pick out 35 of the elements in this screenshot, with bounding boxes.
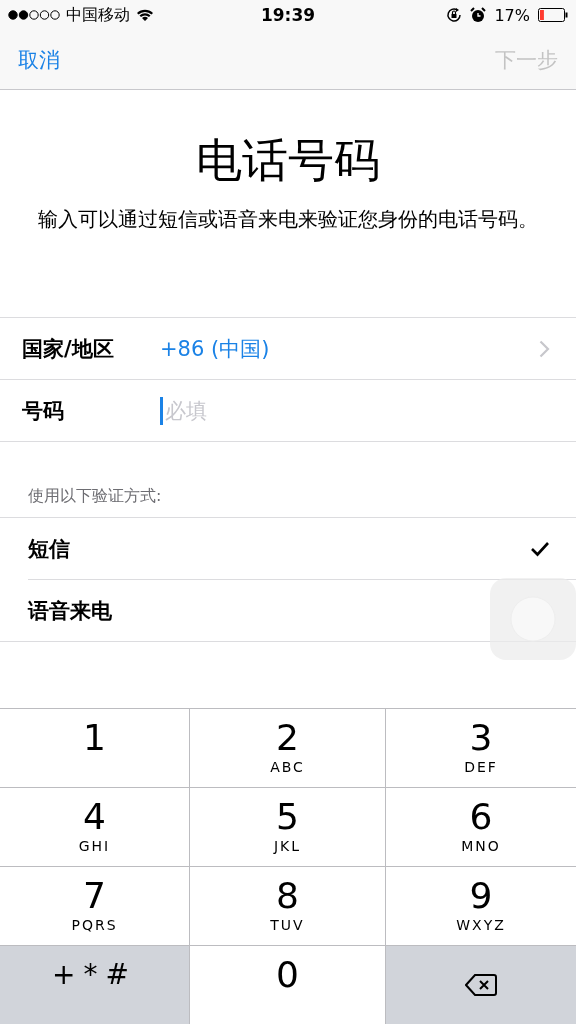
delete-key[interactable] <box>386 946 576 1024</box>
keypad-key[interactable]: 3 DEF <box>386 709 576 787</box>
rotation-lock-icon <box>446 7 463 23</box>
keypad-key[interactable]: 5 JKL <box>189 788 386 866</box>
carrier-name: 中国移动 <box>66 4 130 26</box>
keypad-key[interactable]: 9 WXYZ <box>386 867 576 945</box>
country-row[interactable]: 国家/地区 +86 (中国) <box>0 318 576 379</box>
keypad-key[interactable]: 4 GHI <box>0 788 189 866</box>
description-text: 输入可以通过短信或语音来电来验证您身份的电话号码。 <box>37 206 539 233</box>
alarm-clock-icon <box>470 7 487 23</box>
backspace-icon <box>465 973 497 997</box>
section-header: 使用以下验证方式: <box>27 486 163 507</box>
cancel-button[interactable]: 取消 <box>18 45 60 74</box>
keypad-key[interactable]: 8 TUV <box>189 867 386 945</box>
clock-time: 19:39 <box>260 5 316 25</box>
symbols-key[interactable]: +*# <box>0 946 189 1024</box>
verification-option[interactable]: 语音来电 <box>28 596 112 625</box>
verification-option[interactable]: 短信 <box>28 534 70 563</box>
phone-number-field[interactable]: 必填 <box>165 398 365 423</box>
assistive-touch-button[interactable] <box>490 578 576 660</box>
keypad-key[interactable]: 7 PQRS <box>0 867 189 945</box>
field-label: 号码 <box>22 397 65 425</box>
page-title: 电话号码 <box>196 132 380 189</box>
battery-icon <box>538 8 568 22</box>
signal-strength-icon <box>8 10 60 20</box>
field-label: 国家/地区 <box>22 335 115 363</box>
keypad-key[interactable]: 0 <box>189 946 386 1024</box>
chevron-right-icon <box>539 339 550 358</box>
keypad-key[interactable]: 2 ABC <box>189 709 386 787</box>
battery-percentage: 17% <box>494 5 530 25</box>
wifi-icon <box>136 8 154 22</box>
keypad-key[interactable]: 6 MNO <box>386 788 576 866</box>
checkmark-icon <box>530 540 550 557</box>
country-code-value: +86 (中国) <box>160 335 271 363</box>
keypad-key[interactable]: 1 <box>0 709 189 787</box>
